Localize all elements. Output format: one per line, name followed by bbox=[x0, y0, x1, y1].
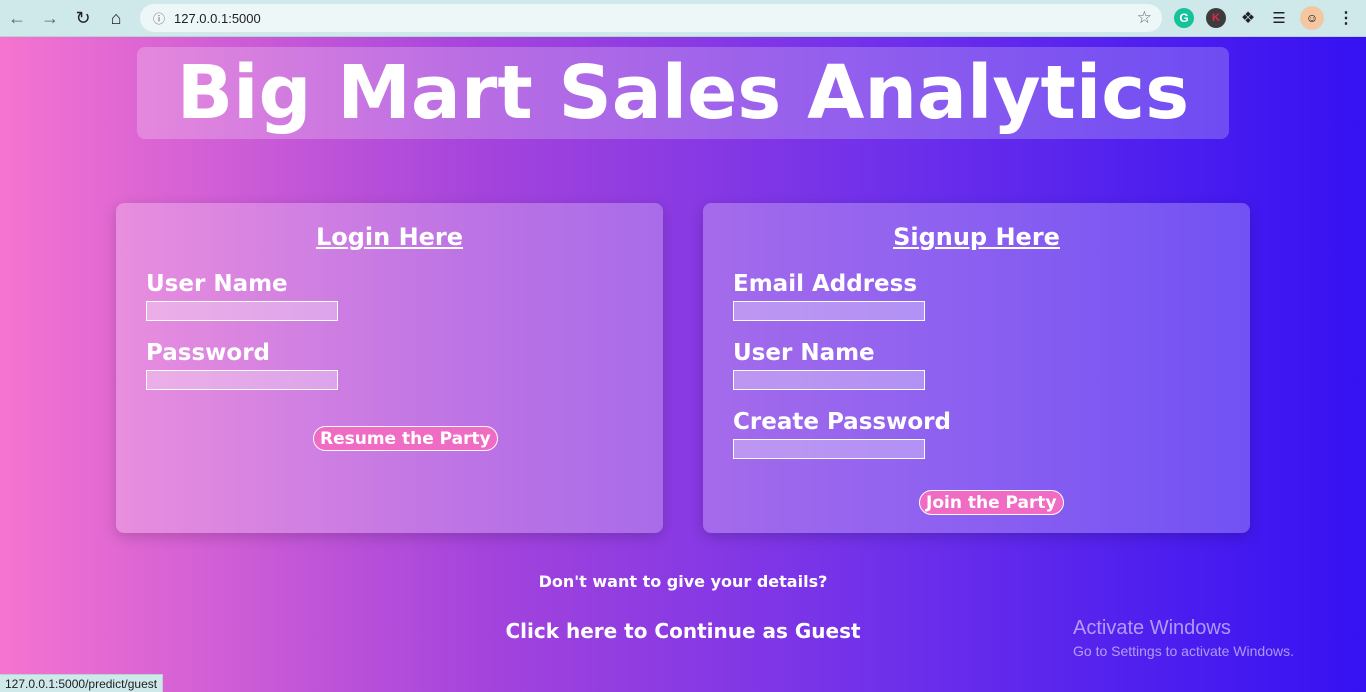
browser-toolbar: ← → ↻ ⌂ ⓘ 127.0.0.1:5000 ☆ G K ❖ ☰ ☺ ⋮ bbox=[0, 0, 1366, 37]
signup-password-label: Create Password bbox=[733, 409, 951, 435]
signup-email-input[interactable] bbox=[733, 301, 925, 321]
page-title: Big Mart Sales Analytics bbox=[176, 50, 1190, 136]
address-bar-url[interactable]: 127.0.0.1:5000 bbox=[174, 11, 261, 26]
login-heading: Login Here bbox=[315, 223, 464, 251]
grammarly-icon[interactable]: G bbox=[1174, 8, 1194, 28]
home-icon[interactable]: ⌂ bbox=[100, 2, 132, 34]
login-card: Login Here User Name Password Resume the… bbox=[116, 203, 663, 533]
info-icon[interactable]: ⓘ bbox=[144, 10, 174, 27]
continue-as-guest-link-text[interactable]: Click here to Continue as Guest bbox=[505, 619, 860, 643]
media-list-icon[interactable]: ☰ bbox=[1269, 8, 1289, 28]
activate-windows-title: Activate Windows bbox=[1073, 617, 1231, 639]
page-background: Big Mart Sales Analytics Login Here User… bbox=[0, 37, 1366, 692]
avatar[interactable]: ☺ bbox=[1300, 6, 1324, 30]
k-extension-icon[interactable]: K bbox=[1206, 8, 1226, 28]
title-banner: Big Mart Sales Analytics bbox=[137, 47, 1229, 139]
back-arrow-icon[interactable]: ← bbox=[1, 2, 33, 34]
activate-windows-watermark: Activate Windows Go to Settings to activ… bbox=[1073, 617, 1294, 659]
star-icon[interactable]: ☆ bbox=[1137, 8, 1152, 28]
signup-password-input[interactable] bbox=[733, 439, 925, 459]
kebab-menu-icon[interactable]: ⋮ bbox=[1336, 8, 1356, 28]
login-username-input[interactable] bbox=[146, 301, 338, 321]
signup-card: Signup Here Email Address User Name Crea… bbox=[703, 203, 1250, 533]
guest-question: Don't want to give your details? bbox=[538, 572, 828, 591]
signup-heading: Signup Here bbox=[893, 223, 1060, 251]
forward-arrow-icon[interactable]: → bbox=[34, 2, 66, 34]
reload-icon[interactable]: ↻ bbox=[67, 2, 99, 34]
signup-username-label: User Name bbox=[733, 340, 875, 366]
resume-party-button[interactable]: Resume the Party bbox=[313, 426, 498, 451]
status-bar-url: 127.0.0.1:5000/predict/guest bbox=[0, 674, 164, 692]
address-bar[interactable]: ⓘ 127.0.0.1:5000 ☆ bbox=[140, 4, 1162, 32]
login-password-label: Password bbox=[146, 340, 270, 366]
signup-email-label: Email Address bbox=[733, 271, 918, 297]
join-party-button[interactable]: Join the Party bbox=[919, 490, 1064, 515]
signup-username-input[interactable] bbox=[733, 370, 925, 390]
login-username-label: User Name bbox=[146, 271, 288, 297]
activate-windows-subtitle: Go to Settings to activate Windows. bbox=[1073, 643, 1294, 659]
login-password-input[interactable] bbox=[146, 370, 338, 390]
puzzle-icon[interactable]: ❖ bbox=[1238, 8, 1258, 28]
